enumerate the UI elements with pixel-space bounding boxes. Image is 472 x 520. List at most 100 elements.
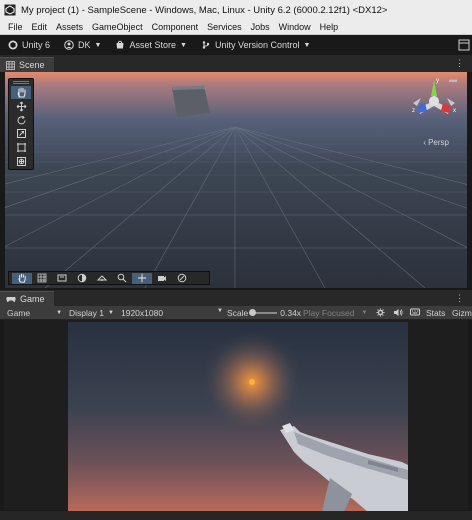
- version-control-label: Unity Version Control: [214, 40, 300, 50]
- unity-account-button[interactable]: Unity 6: [8, 40, 50, 50]
- projection-toggle[interactable]: ‹ Persp: [423, 138, 449, 147]
- tab-game[interactable]: Game: [0, 291, 54, 306]
- cube-object: [172, 86, 210, 117]
- game-viewport[interactable]: [68, 322, 408, 512]
- rotate-tool-button[interactable]: [11, 114, 31, 127]
- scene-overlay-toolbar: [8, 271, 210, 285]
- unity-logo-icon: [4, 4, 16, 16]
- overlay-hand-button[interactable]: [12, 272, 32, 284]
- transform-icon: [16, 157, 26, 167]
- menu-bar: File Edit Assets GameObject Component Se…: [0, 20, 472, 35]
- window-titlebar: My project (1) - SampleScene - Windows, …: [0, 0, 472, 20]
- overlay-search-button[interactable]: [112, 273, 132, 284]
- version-control-dropdown[interactable]: Unity Version Control ▼: [201, 40, 310, 50]
- play-focused-dropdown[interactable]: Play Focused ▼: [303, 308, 367, 318]
- scale-control[interactable]: Scale 0.34x: [227, 308, 301, 318]
- gizmo-icon: [177, 273, 187, 283]
- svg-text:z: z: [412, 108, 415, 114]
- menu-component[interactable]: Component: [152, 22, 199, 32]
- transform-tool-button[interactable]: [11, 155, 31, 168]
- scale-value: 0.34x: [280, 308, 302, 318]
- hand-icon: [18, 273, 26, 283]
- play-focused-label: Play Focused: [303, 308, 355, 318]
- tab-scene[interactable]: Scene: [0, 57, 54, 72]
- gizmos-toggle[interactable]: Gizm: [452, 308, 472, 318]
- resolution-dropdown[interactable]: 1920x1080: [121, 308, 163, 318]
- shading-icon: [77, 273, 87, 283]
- scene-grid-icon: [6, 60, 15, 70]
- chevron-down-icon: ▼: [180, 41, 187, 49]
- tab-game-label: Game: [20, 294, 45, 304]
- overlay-view-button[interactable]: [52, 273, 72, 284]
- keyboard-shortcut-button[interactable]: [410, 308, 420, 316]
- move-icon: [16, 101, 26, 112]
- window-title: My project (1) - SampleScene - Windows, …: [21, 4, 388, 16]
- hand-tool-button[interactable]: [11, 85, 31, 99]
- chevron-down-icon: ▼: [361, 310, 368, 316]
- more-options-icon[interactable]: ⋮: [455, 58, 464, 69]
- version-control-icon: [202, 41, 210, 49]
- rect-tool-button[interactable]: [11, 141, 31, 154]
- unity-label: Unity 6: [22, 40, 51, 50]
- move-icon: [137, 273, 147, 283]
- scene-view-menu-icon[interactable]: ▬: [449, 75, 457, 84]
- status-bar: [0, 511, 472, 520]
- move-tool-button[interactable]: [11, 100, 31, 113]
- overlay-camera-button[interactable]: [152, 273, 172, 284]
- asset-store-icon: [116, 40, 124, 49]
- stats-toggle[interactable]: Stats: [426, 308, 445, 318]
- tool-palette: [8, 78, 34, 170]
- layout-icon[interactable]: [458, 39, 470, 51]
- chevron-down-icon[interactable]: ▼: [213, 308, 223, 314]
- game-mode-dropdown[interactable]: Game ▼: [7, 308, 62, 318]
- scene-viewport-render: [5, 72, 467, 288]
- gizmo-z-axis: [417, 103, 427, 113]
- tab-scene-label: Scene: [19, 60, 45, 70]
- menu-jobs[interactable]: Jobs: [251, 22, 270, 32]
- settings-button[interactable]: [376, 308, 385, 317]
- resolution-label: 1920x1080: [121, 308, 164, 318]
- menu-edit[interactable]: Edit: [32, 22, 48, 32]
- unity-logo-icon: [8, 40, 18, 50]
- rect-icon: [16, 143, 26, 153]
- overlay-gizmo-button[interactable]: [172, 273, 192, 284]
- account-label: DK: [78, 40, 91, 50]
- menu-assets[interactable]: Assets: [56, 22, 83, 32]
- overlay-shading-button[interactable]: [72, 273, 92, 284]
- rotate-icon: [17, 115, 25, 124]
- overlay-render-button[interactable]: [92, 273, 112, 284]
- menu-file[interactable]: File: [8, 22, 23, 32]
- overlay-move-button[interactable]: [132, 272, 152, 284]
- chevron-down-icon: ▼: [56, 310, 63, 316]
- gizmo-x-axis: [441, 103, 451, 113]
- game-mode-label: Game: [7, 308, 31, 318]
- scale-tool-button[interactable]: [11, 127, 31, 140]
- menu-window[interactable]: Window: [279, 22, 311, 32]
- game-view-toolbar: Game ▼ Display 1 ▼ 1920x1080 ▼ Scale 0.3…: [0, 306, 472, 320]
- search-icon: [117, 273, 127, 283]
- account-dropdown[interactable]: DK ▼: [64, 40, 101, 50]
- more-options-icon[interactable]: ⋮: [455, 293, 464, 304]
- scale-label: Scale: [227, 308, 249, 318]
- menu-help[interactable]: Help: [320, 22, 339, 32]
- display-dropdown[interactable]: Display 1 ▼: [69, 308, 114, 318]
- speaker-icon: [394, 309, 403, 316]
- scene-view[interactable]: z x y ‹ Persp ▬: [5, 72, 467, 288]
- scale-slider-knob[interactable]: [249, 309, 257, 316]
- menu-gameobject[interactable]: GameObject: [92, 22, 143, 32]
- mute-audio-button[interactable]: [393, 308, 403, 317]
- asset-store-dropdown[interactable]: Asset Store ▼: [115, 40, 187, 50]
- main-toolbar: Unity 6 DK ▼ Asset Store ▼ Unity Version…: [0, 35, 472, 55]
- scale-slider[interactable]: [249, 309, 278, 316]
- gear-icon: [376, 308, 385, 317]
- chevron-down-icon: ▼: [107, 310, 114, 316]
- account-icon: [64, 40, 74, 50]
- view-icon: [57, 274, 67, 282]
- render-icon: [97, 275, 107, 281]
- svg-text:y: y: [436, 78, 439, 84]
- overlay-grid-button[interactable]: [32, 273, 52, 284]
- palette-grip[interactable]: [13, 81, 29, 84]
- sun: [249, 379, 255, 385]
- menu-services[interactable]: Services: [207, 22, 242, 32]
- scale-icon: [16, 129, 26, 139]
